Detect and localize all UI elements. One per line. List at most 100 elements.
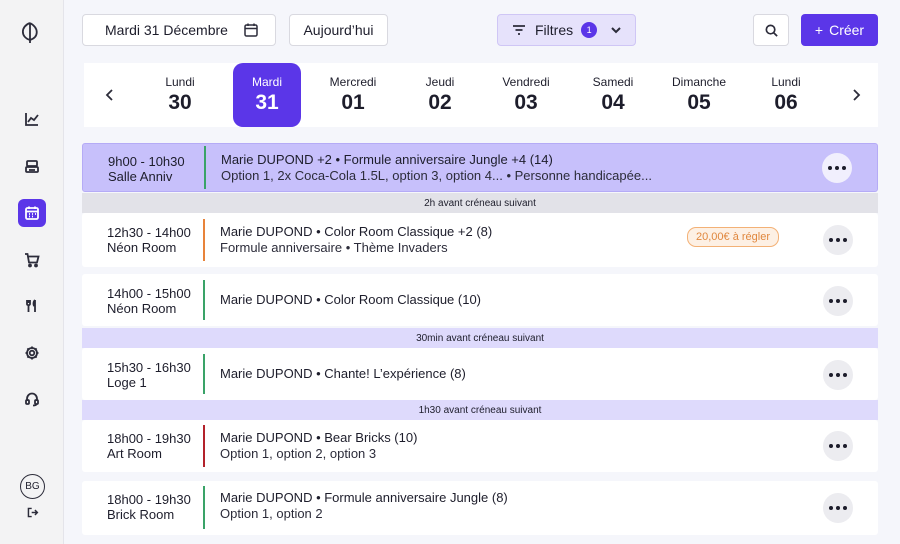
gap-indicator: 1h30 avant créneau suivant: [82, 400, 878, 420]
day-number: 03: [514, 91, 538, 114]
booking-card[interactable]: 18h00 - 19h30 Art Room Marie DUPOND • Be…: [82, 420, 878, 472]
status-bar: [203, 219, 205, 261]
status-bar: [203, 425, 205, 467]
day-number: 05: [687, 91, 711, 114]
day-item[interactable]: Mercredi 01: [319, 63, 387, 127]
day-number: 30: [168, 91, 192, 114]
booking-card[interactable]: 14h00 - 15h00 Néon Room Marie DUPOND • C…: [82, 274, 878, 326]
booking-title: Marie DUPOND +2 • Formule anniversaire J…: [221, 152, 553, 167]
day-item[interactable]: Lundi 30: [146, 63, 214, 127]
filter-icon: [511, 22, 527, 38]
booking-room: Néon Room: [107, 301, 177, 316]
day-item-selected[interactable]: Mardi 31: [233, 63, 301, 127]
booking-time: 18h00 - 19h30 Brick Room: [107, 492, 191, 522]
headset-icon[interactable]: [18, 385, 46, 413]
gap-label: 30min avant créneau suivant: [416, 332, 544, 344]
more-options-button[interactable]: [822, 153, 852, 183]
more-options-button[interactable]: [823, 360, 853, 390]
search-button[interactable]: [753, 14, 789, 46]
day-item[interactable]: Jeudi 02: [406, 63, 474, 127]
status-bar: [203, 486, 205, 529]
booking-room: Salle Anniv: [108, 169, 173, 184]
booking-content: Marie DUPOND • Chante! L’expérience (8): [220, 366, 466, 382]
booking-content: Marie DUPOND • Color Room Classique (10): [220, 292, 481, 308]
booking-card[interactable]: 12h30 - 14h00 Néon Room Marie DUPOND • C…: [82, 213, 878, 267]
booking-time-range: 9h00 - 10h30: [108, 154, 185, 169]
booking-room: Néon Room: [107, 240, 177, 255]
logout-icon[interactable]: [18, 498, 46, 526]
day-name: Lundi: [771, 75, 801, 89]
day-name: Jeudi: [425, 75, 455, 89]
more-options-button[interactable]: [823, 431, 853, 461]
booking-content: Marie DUPOND • Color Room Classique +2 (…: [220, 224, 492, 256]
create-button[interactable]: + Créer: [801, 14, 878, 46]
booking-title: Marie DUPOND • Bear Bricks (10): [220, 430, 418, 445]
booking-time: 18h00 - 19h30 Art Room: [107, 431, 191, 461]
booking-subtitle: Formule anniversaire • Thème Invaders: [220, 240, 448, 255]
booking-subtitle: Option 1, option 2: [220, 506, 323, 521]
calendar-icon: [243, 22, 259, 38]
avatar[interactable]: BG: [20, 474, 45, 499]
sidebar: BG: [0, 0, 64, 544]
day-item[interactable]: Dimanche 05: [665, 63, 733, 127]
booking-room: Loge 1: [107, 375, 147, 390]
day-name: Mardi: [251, 75, 282, 89]
filters-button[interactable]: Filtres 1: [497, 14, 636, 46]
day-name: Lundi: [165, 75, 195, 89]
day-number: 04: [601, 91, 625, 114]
chevron-left-icon[interactable]: [102, 87, 118, 103]
booking-content: Marie DUPOND +2 • Formule anniversaire J…: [221, 152, 652, 184]
booking-time-range: 15h30 - 16h30: [107, 360, 191, 375]
payment-due-badge: 20,00€ à régler: [687, 227, 779, 247]
gear-icon[interactable]: [18, 339, 46, 367]
more-options-button[interactable]: [823, 286, 853, 316]
booking-room: Brick Room: [107, 507, 175, 522]
chevron-right-icon[interactable]: [848, 87, 864, 103]
cart-icon[interactable]: [18, 246, 46, 274]
day-item[interactable]: Samedi 04: [579, 63, 647, 127]
day-number: 06: [774, 91, 798, 114]
chart-line-icon[interactable]: [18, 105, 46, 133]
booking-room: Art Room: [107, 446, 162, 461]
booking-time: 14h00 - 15h00 Néon Room: [107, 286, 191, 316]
booking-time-range: 12h30 - 14h00: [107, 225, 191, 240]
search-icon: [765, 24, 778, 37]
day-item[interactable]: Lundi 06: [752, 63, 820, 127]
filters-count-badge: 1: [581, 22, 598, 38]
booking-content: Marie DUPOND • Bear Bricks (10) Option 1…: [220, 430, 417, 462]
booking-time-range: 18h00 - 19h30: [107, 431, 191, 446]
more-options-button[interactable]: [823, 225, 853, 255]
booking-time: 12h30 - 14h00 Néon Room: [107, 225, 191, 255]
status-bar: [204, 146, 206, 189]
app-logo-icon[interactable]: [17, 20, 43, 46]
booking-subtitle: Option 1, 2x Coca-Cola 1.5L, option 3, o…: [221, 168, 652, 183]
day-number: 02: [428, 91, 452, 114]
booking-card[interactable]: 18h00 - 19h30 Brick Room Marie DUPOND • …: [82, 481, 878, 535]
day-name: Samedi: [592, 75, 634, 89]
gap-indicator: 30min avant créneau suivant: [82, 328, 878, 348]
day-item[interactable]: Vendredi 03: [492, 63, 560, 127]
booking-content: Marie DUPOND • Formule anniversaire Jung…: [220, 490, 508, 522]
gap-label: 1h30 avant créneau suivant: [418, 404, 542, 416]
calendar-icon[interactable]: [18, 199, 46, 227]
date-picker[interactable]: Mardi 31 Décembre: [82, 14, 276, 46]
status-bar: [203, 354, 205, 394]
booking-card[interactable]: 9h00 - 10h30 Salle Anniv Marie DUPOND +2…: [82, 143, 878, 192]
day-strip: Lundi 30 Mardi 31 Mercredi 01 Jeudi 02 Vendr…: [84, 63, 878, 127]
more-options-button[interactable]: [823, 493, 853, 523]
day-number: 01: [341, 91, 365, 114]
booking-time-range: 14h00 - 15h00: [107, 286, 191, 301]
status-bar: [203, 280, 205, 320]
booking-title: Marie DUPOND • Formule anniversaire Jung…: [220, 490, 508, 505]
printer-icon[interactable]: [18, 153, 46, 181]
day-number: 31: [255, 91, 279, 114]
chevron-down-icon: [609, 23, 623, 37]
fork-knife-icon[interactable]: [18, 292, 46, 320]
plus-icon: +: [814, 22, 824, 38]
day-name: Dimanche: [671, 75, 727, 89]
booking-subtitle: Option 1, option 2, option 3: [220, 446, 377, 461]
gap-label: 2h avant créneau suivant: [424, 197, 536, 209]
booking-card[interactable]: 15h30 - 16h30 Loge 1 Marie DUPOND • Chan…: [82, 348, 878, 400]
booking-title: Marie DUPOND • Chante! L’expérience (8): [220, 366, 466, 381]
today-button[interactable]: Aujourd’hui: [289, 14, 388, 46]
